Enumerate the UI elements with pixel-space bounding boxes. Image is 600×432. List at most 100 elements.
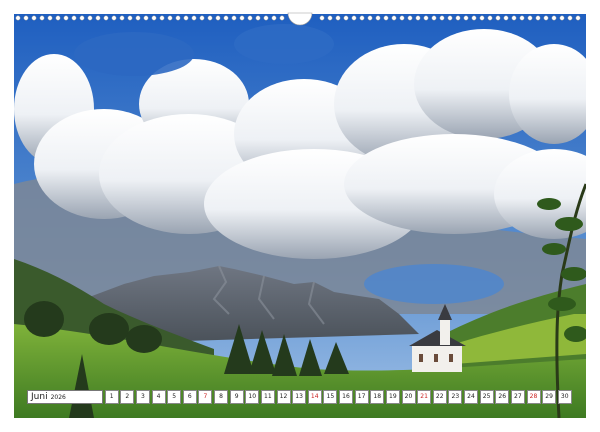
day-cell: 11 <box>260 390 275 404</box>
binding-hole <box>423 15 429 21</box>
day-cell: 3 <box>135 390 150 404</box>
binding-hole <box>263 15 269 21</box>
binding-hole <box>95 15 101 21</box>
binding-hole <box>471 15 477 21</box>
binding-hole <box>327 15 333 21</box>
binding-hole <box>127 15 133 21</box>
day-cell: 29 <box>542 390 557 404</box>
binding-hole <box>271 15 277 21</box>
binding-hole <box>343 15 349 21</box>
binding-hole <box>367 15 373 21</box>
binding-hole <box>495 15 501 21</box>
day-cell: 10 <box>245 390 260 404</box>
day-cell: 7 <box>198 390 213 404</box>
landscape-photo <box>14 14 586 418</box>
binding-hole <box>239 15 245 21</box>
binding-hole <box>279 15 285 21</box>
month-label: Juni 2026 <box>27 390 103 404</box>
day-cell: 30 <box>557 390 572 404</box>
binding-hole <box>191 15 197 21</box>
day-cell: 25 <box>479 390 494 404</box>
day-cell: 12 <box>276 390 291 404</box>
binding-hole <box>335 15 341 21</box>
binding-hole <box>543 15 549 21</box>
binding-hole <box>79 15 85 21</box>
day-cell: 9 <box>229 390 244 404</box>
binding-hole <box>391 15 397 21</box>
binding-hole <box>231 15 237 21</box>
binding-hole <box>87 15 93 21</box>
day-cell: 2 <box>120 390 135 404</box>
binding-hole <box>559 15 565 21</box>
binding-hole <box>479 15 485 21</box>
binding-hole <box>487 15 493 21</box>
binding-hole <box>15 15 21 21</box>
binding-hole <box>447 15 453 21</box>
day-cell: 15 <box>323 390 338 404</box>
binding-hole <box>175 15 181 21</box>
binding-hole <box>159 15 165 21</box>
binding-hole <box>567 15 573 21</box>
binding-hole <box>183 15 189 21</box>
binding-hole <box>319 15 325 21</box>
binding-hole <box>207 15 213 21</box>
binding-hole <box>247 15 253 21</box>
binding-hole <box>351 15 357 21</box>
binding-hole <box>527 15 533 21</box>
binding-hole <box>103 15 109 21</box>
day-cell: 16 <box>339 390 353 404</box>
binding-hole <box>167 15 173 21</box>
binding-hole <box>375 15 381 21</box>
binding-hole <box>223 15 229 21</box>
binding-hole <box>151 15 157 21</box>
day-cell: 28 <box>526 390 541 404</box>
day-cell: 1 <box>104 390 119 404</box>
day-cell: 13 <box>292 390 307 404</box>
day-cell: 8 <box>214 390 228 404</box>
day-cell: 22 <box>432 390 447 404</box>
spiral-binding <box>15 12 581 26</box>
binding-hole <box>255 15 261 21</box>
binding-hole <box>455 15 461 21</box>
binding-hole <box>359 15 365 21</box>
binding-hole <box>399 15 405 21</box>
binding-hole <box>63 15 69 21</box>
binding-hole <box>199 15 205 21</box>
binding-hole <box>551 15 557 21</box>
calendar-strip: Juni 2026 1 2 3 4 5 6 7 8 9 10 11 12 13 14 15 16 17 18 19 20… <box>27 390 572 404</box>
binding-hole <box>55 15 61 21</box>
binding-hole <box>23 15 29 21</box>
day-cell: 17 <box>354 390 369 404</box>
binding-hole <box>519 15 525 21</box>
binding-hole <box>503 15 509 21</box>
binding-hole <box>143 15 149 21</box>
day-cell: 18 <box>370 390 385 404</box>
day-cell: 5 <box>167 390 182 404</box>
day-cell: 20 <box>401 390 416 404</box>
binding-hole <box>119 15 125 21</box>
day-cell: 26 <box>495 390 510 404</box>
binding-hole <box>71 15 77 21</box>
binding-hole <box>39 15 45 21</box>
binding-hole <box>135 15 141 21</box>
binding-hole <box>431 15 437 21</box>
day-cell: 27 <box>510 390 525 404</box>
binding-hole <box>463 15 469 21</box>
year-label: 2026 <box>50 394 66 401</box>
binding-hole <box>407 15 413 21</box>
binding-hole <box>383 15 389 21</box>
day-cell: 4 <box>151 390 166 404</box>
binding-hole <box>511 15 517 21</box>
binding-hole <box>439 15 445 21</box>
binding-hole <box>31 15 37 21</box>
day-cell: 21 <box>417 390 432 404</box>
day-cell: 14 <box>307 390 322 404</box>
day-cell: 23 <box>448 390 463 404</box>
day-cell: 19 <box>385 390 400 404</box>
binding-hole <box>215 15 221 21</box>
calendar-page: Juni 2026 1 2 3 4 5 6 7 8 9 10 11 12 13 14 15 16 17 18 19 20… <box>0 0 600 432</box>
binding-hole <box>575 15 581 21</box>
day-cell: 24 <box>464 390 478 404</box>
binding-hole <box>47 15 53 21</box>
day-cell: 6 <box>182 390 197 404</box>
